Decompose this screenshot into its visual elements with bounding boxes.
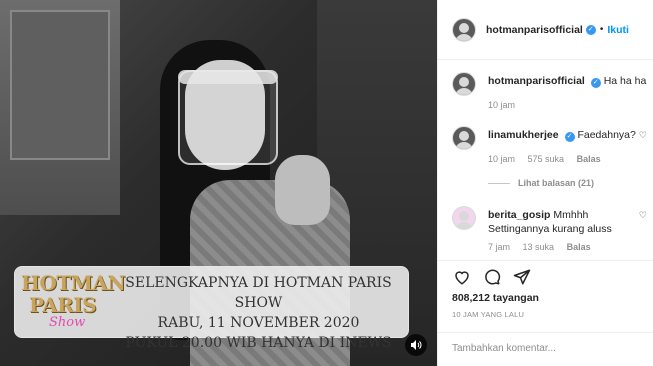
comment-meta: 10 jam [488, 98, 648, 112]
comment-username[interactable]: linamukherjee [488, 129, 559, 141]
like-button[interactable] [452, 267, 472, 287]
comment-body: hotmanparisofficial ✓ Ha ha ha 10 jam [488, 74, 648, 112]
verified-badge-icon: ✓ [585, 24, 596, 35]
show-banner: HOTMAN PARIS Show SELENGKAPNYA DI HOTMAN… [14, 266, 409, 351]
logo-line-1: HOTMAN [21, 271, 126, 295]
author-username[interactable]: hotmanparisofficial [486, 24, 583, 36]
comment-avatar[interactable] [452, 72, 476, 96]
post-viewer: HOTMAN PARIS Show SELENGKAPNYA DI HOTMAN… [0, 0, 653, 366]
post-actions [438, 260, 653, 292]
reply-button[interactable]: Balas [567, 242, 591, 252]
heart-icon [455, 271, 469, 285]
comment-body: linamukherjee ✓ Faedahnya? 10 jam 575 su… [488, 128, 648, 166]
like-comment-heart-icon[interactable]: ♡ [639, 130, 647, 141]
banner-line-2: RABU, 11 NOVEMBER 2020 [157, 315, 360, 331]
author-avatar[interactable] [452, 17, 476, 42]
mute-toggle[interactable] [405, 334, 427, 356]
comment-likes[interactable]: 575 suka [528, 154, 565, 164]
verified-badge-icon: ✓ [564, 132, 575, 142]
add-comment-input[interactable]: Tambahkan komentar... [438, 332, 653, 366]
post-header: hotmanparisofficial ✓ • Ikuti [438, 0, 653, 60]
view-replies-button[interactable]: Lihat balasan (21) [488, 178, 594, 188]
comment-meta: 7 jam 13 suka Balas [488, 240, 648, 254]
comment-username[interactable]: hotmanparisofficial [488, 75, 585, 87]
comment-body: berita_gosip Mmhhh Settingannya kurang a… [488, 208, 648, 254]
comment-time: 10 jam [488, 100, 516, 110]
comment-bubble-icon [485, 269, 501, 285]
logo-line-2: PARIS [29, 293, 97, 317]
background-frame [10, 10, 110, 160]
speaker-icon [411, 340, 422, 350]
comment-meta: 10 jam 575 suka Balas [488, 152, 648, 166]
comment-avatar[interactable] [452, 126, 476, 150]
post-timestamp: 10 JAM YANG LALU [452, 310, 525, 319]
like-comment-heart-icon[interactable]: ♡ [639, 210, 647, 221]
comment-text: Faedahnya? [577, 129, 636, 141]
comment-likes[interactable]: 13 suka [523, 242, 555, 252]
paper-plane-icon [513, 269, 531, 285]
follow-button[interactable]: Ikuti [607, 24, 629, 36]
face-shield [178, 70, 278, 165]
comment-time: 10 jam [488, 154, 516, 164]
banner-text: SELENGKAPNYA DI HOTMAN PARIS SHOW RABU, … [111, 273, 406, 353]
comment-avatar[interactable] [452, 206, 476, 230]
background-panel [0, 0, 120, 215]
comment-button[interactable] [482, 267, 502, 287]
share-button[interactable] [512, 267, 532, 287]
view-count[interactable]: 808,212 tayangan [452, 292, 539, 304]
verified-badge-icon: ✓ [590, 78, 601, 88]
face-shield-band [178, 70, 278, 84]
show-logo: HOTMAN PARIS Show [15, 271, 126, 335]
comments-panel: hotmanparisofficial ✓ • Ikuti hotmanpari… [437, 0, 653, 366]
comment-username[interactable]: berita_gosip [488, 209, 550, 221]
reply-button[interactable]: Balas [577, 154, 601, 164]
banner-line-1: SELENGKAPNYA DI HOTMAN PARIS SHOW [125, 275, 392, 311]
comment-list[interactable]: hotmanparisofficial ✓ Ha ha ha 10 jam li… [438, 60, 653, 260]
video-player[interactable]: HOTMAN PARIS Show SELENGKAPNYA DI HOTMAN… [0, 0, 437, 366]
logo-line-3: Show [49, 315, 86, 330]
person-hand [275, 155, 330, 225]
comment-time: 7 jam [488, 242, 511, 252]
comment-text: Ha ha ha [603, 75, 647, 87]
header-separator: • [599, 24, 604, 35]
banner-line-3: PUKUL 20.00 WIB HANYA DI INEWS [125, 335, 392, 351]
